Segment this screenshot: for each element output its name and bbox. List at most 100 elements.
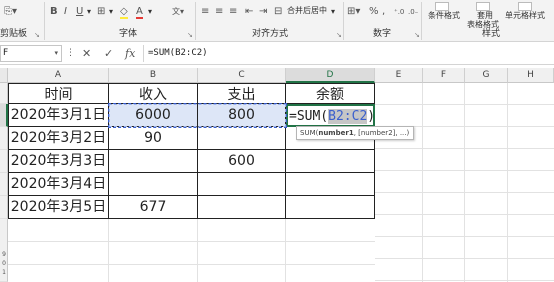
formula-input[interactable]: =SUM(B2:C2) <box>148 45 554 62</box>
date-cell[interactable]: 2020年3月3日 <box>8 150 109 173</box>
tooltip-current-arg[interactable]: number1 <box>318 129 353 137</box>
underline-button[interactable]: U <box>76 4 83 20</box>
insert-function-button[interactable]: fx <box>125 46 135 61</box>
increase-decimal-icon[interactable]: ⁺.0 <box>394 4 404 20</box>
bold-button[interactable]: B <box>50 4 58 20</box>
divider <box>343 2 344 40</box>
balance-cell[interactable] <box>286 196 375 219</box>
column-header-g[interactable]: G <box>465 68 508 83</box>
column-header-e[interactable]: E <box>375 68 423 83</box>
currency-icon[interactable]: ⊞▾ <box>347 4 360 20</box>
comma-button[interactable]: , <box>382 4 385 20</box>
row-header[interactable] <box>0 104 8 127</box>
income-cell[interactable]: 90 <box>109 127 198 150</box>
cancel-button[interactable]: ✕ <box>82 46 91 61</box>
expense-cell[interactable]: 600 <box>198 150 286 173</box>
row-header[interactable] <box>0 83 8 104</box>
row-header[interactable] <box>0 127 8 150</box>
date-cell[interactable]: 2020年3月2日 <box>8 127 109 150</box>
font-color-icon[interactable]: A <box>136 4 143 20</box>
date-cell[interactable]: 2020年3月4日 <box>8 173 109 196</box>
group-label-number: 数字 <box>373 29 392 39</box>
group-label-font: 字体 <box>119 29 138 39</box>
row-header[interactable] <box>0 196 8 219</box>
income-cell[interactable] <box>109 173 198 196</box>
align-right-icon[interactable]: ≡ <box>229 4 237 20</box>
divider <box>143 45 144 62</box>
header-cell-time[interactable]: 时间 <box>8 83 109 104</box>
italic-button[interactable]: I <box>64 4 67 20</box>
column-header-b[interactable]: B <box>109 68 198 83</box>
row-number: 0 <box>2 260 6 267</box>
row-numbers: 9 0 1 <box>0 250 8 277</box>
row-number: 1 <box>2 269 6 276</box>
fill-color-icon[interactable]: ◇ <box>120 4 128 20</box>
font-color-dropdown-icon[interactable]: ▾ <box>148 7 152 16</box>
clipboard-launcher-icon[interactable]: ↘ <box>34 31 40 39</box>
row-number: 9 <box>2 251 6 258</box>
header-cell-income[interactable]: 收入 <box>109 83 198 104</box>
expense-cell[interactable] <box>198 127 286 150</box>
merge-icon[interactable]: ⊟ <box>274 4 282 20</box>
column-header-h[interactable]: H <box>508 68 554 83</box>
function-tooltip[interactable]: SUM(number1, [number2], ...) <box>296 126 414 140</box>
empty-cells-area[interactable] <box>375 83 554 282</box>
conditional-format-button[interactable]: 条件格式 <box>428 11 460 21</box>
conditional-format-icon[interactable] <box>435 2 449 11</box>
column-header-d[interactable]: D <box>286 68 375 83</box>
alignment-launcher-icon[interactable]: ↘ <box>336 31 342 39</box>
group-label-clipboard: 剪贴板 <box>0 29 28 39</box>
border-dropdown-icon[interactable]: ▾ <box>109 7 113 16</box>
cell-styles-icon[interactable] <box>518 2 532 11</box>
group-label-alignment: 对齐方式 <box>252 29 289 39</box>
header-cell-expense[interactable]: 支出 <box>198 83 286 104</box>
column-header-c[interactable]: C <box>198 68 286 83</box>
cell-styles-button[interactable]: 单元格样式 <box>505 11 545 21</box>
tooltip-rest-args: , [number2], ...) <box>353 129 410 137</box>
balance-cell[interactable] <box>286 173 375 196</box>
copy-icon[interactable]: ⎘▾ <box>4 4 17 20</box>
edit-prefix: =SUM( <box>289 109 329 124</box>
align-center-icon[interactable]: ≡ <box>215 4 223 20</box>
divider <box>195 2 196 40</box>
income-cell[interactable] <box>109 150 198 173</box>
percent-button[interactable]: % <box>369 4 379 20</box>
number-launcher-icon[interactable]: ↘ <box>414 31 420 39</box>
outdent-icon[interactable]: ⇥ <box>259 4 267 20</box>
phonetic-icon[interactable]: 文▾ <box>172 4 184 20</box>
header-cell-balance[interactable]: 余额 <box>286 83 375 104</box>
merge-dropdown-icon[interactable]: ▾ <box>331 7 335 16</box>
indent-icon[interactable]: ⇤ <box>245 4 253 20</box>
expense-cell[interactable]: 800 <box>198 104 286 127</box>
empty-cells-area[interactable] <box>8 219 375 282</box>
tooltip-function: SUM( <box>300 129 319 137</box>
date-cell[interactable]: 2020年3月1日 <box>8 104 109 127</box>
worksheet-grid[interactable]: A B C D E F G H 9 0 1 时间 收入 支出 余额 2020年3… <box>0 68 554 282</box>
income-cell[interactable]: 677 <box>109 196 198 219</box>
ribbon: ⎘▾ 剪贴板 ↘ B I U ▾ ⊞ ▾ ◇ A ▾ 文▾ 字体 ↘ ≡ ≡ ≡… <box>0 0 554 42</box>
active-edit-cell[interactable]: =SUM(B2:C2) <box>286 104 375 127</box>
row-header[interactable] <box>0 173 8 196</box>
font-launcher-icon[interactable]: ↘ <box>187 31 193 39</box>
align-left-icon[interactable]: ≡ <box>201 4 209 20</box>
name-box[interactable]: F ▾ <box>0 45 62 62</box>
divider <box>44 2 45 40</box>
border-icon[interactable]: ⊞ <box>97 4 105 20</box>
column-header-a[interactable]: A <box>8 68 109 83</box>
date-cell[interactable]: 2020年3月5日 <box>8 196 109 219</box>
underline-dropdown-icon[interactable]: ▾ <box>87 7 91 16</box>
balance-cell[interactable] <box>286 150 375 173</box>
decrease-decimal-icon[interactable]: .0₋ <box>408 4 418 20</box>
enter-button[interactable]: ✓ <box>104 46 113 61</box>
name-box-dropdown-icon[interactable]: ▾ <box>54 46 58 61</box>
select-all-corner[interactable] <box>0 68 8 83</box>
merge-center-button[interactable]: 合并后居中 <box>287 6 327 16</box>
table-format-icon[interactable] <box>476 2 490 11</box>
expense-cell[interactable] <box>198 173 286 196</box>
income-cell[interactable]: 6000 <box>109 104 198 127</box>
expense-cell[interactable] <box>198 196 286 219</box>
row-header[interactable] <box>0 150 8 173</box>
edit-suffix: ) <box>367 109 376 124</box>
column-header-f[interactable]: F <box>423 68 465 83</box>
name-box-value: F <box>3 48 9 58</box>
